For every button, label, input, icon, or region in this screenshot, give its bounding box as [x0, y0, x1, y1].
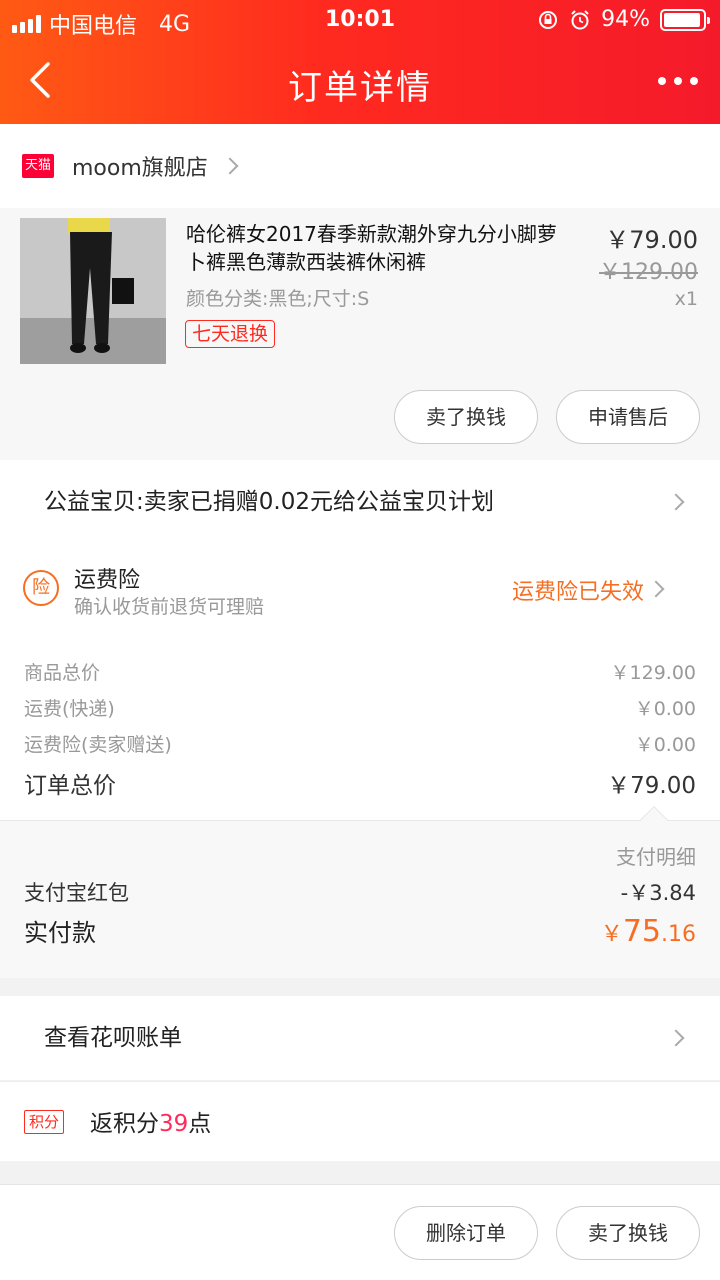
delete-order-button[interactable]: 删除订单 [394, 1206, 538, 1260]
product-title: 哈伦裤女2017春季新款潮外穿九分小脚萝卜裤黑色薄款西装裤休闲裤 [186, 222, 557, 274]
more-icon[interactable] [658, 66, 698, 96]
paid-row: 实付款 ￥75.16 [24, 913, 696, 949]
huabei-text: 查看花呗账单 [44, 1025, 182, 1051]
price-row-label: 运费险(卖家赠送) [24, 734, 172, 756]
bottom-action-bar: 删除订单 卖了换钱 [0, 1184, 720, 1280]
after-sales-button[interactable]: 申请售后 [556, 390, 700, 444]
resell-button[interactable]: 卖了换钱 [556, 1206, 700, 1260]
points-text: 返积分39点 [90, 1111, 212, 1137]
charity-row[interactable]: 公益宝贝:卖家已捐赠0.02元给公益宝贝计划 [0, 460, 720, 544]
product-quantity: x1 [674, 288, 698, 310]
return-policy-badge: 七天退换 [185, 320, 276, 348]
price-row: 运费(快递) ￥0.00 [24, 694, 696, 721]
points-badge: 积分 [24, 1110, 65, 1134]
price-row: 商品总价 ￥129.00 [24, 658, 696, 685]
chevron-right-icon [667, 1029, 685, 1047]
order-total-label: 订单总价 [24, 773, 116, 799]
order-total-row: 订单总价 ￥79.00 [24, 766, 696, 800]
paid-label: 实付款 [24, 919, 96, 947]
discount-label: 支付宝红包 [24, 881, 129, 905]
product-price: ￥79.00 [605, 226, 698, 254]
product-original-price: ￥129.00 [599, 260, 698, 285]
payment-detail-label: 支付明细 [616, 845, 696, 869]
insurance-status: 运费险已失效 [511, 580, 644, 605]
paid-amount: ￥75.16 [600, 914, 696, 949]
product-spec: 颜色分类:黑色;尺寸:S [186, 288, 370, 310]
price-row-value: ￥0.00 [634, 734, 696, 756]
chevron-right-icon [667, 493, 685, 511]
shipping-insurance-row[interactable]: 险 运费险 确认收货前退货可理赔 运费险已失效 [0, 544, 720, 634]
shop-row[interactable]: 天猫 moom旗舰店 [0, 124, 720, 208]
battery-percent: 94% [601, 7, 650, 32]
price-summary: 商品总价 ￥129.00 运费(快递) ￥0.00 运费险(卖家赠送) ￥0.0… [0, 634, 720, 820]
discount-row: 支付宝红包 -￥3.84 [24, 877, 696, 907]
price-row: 运费险(卖家赠送) ￥0.00 [24, 730, 696, 757]
order-total-value: ￥79.00 [607, 773, 696, 799]
charity-text: 公益宝贝:卖家已捐赠0.02元给公益宝贝计划 [44, 489, 494, 515]
resell-button[interactable]: 卖了换钱 [394, 390, 538, 444]
huabei-bill-row[interactable]: 查看花呗账单 [0, 996, 720, 1080]
price-row-value: ￥0.00 [634, 698, 696, 720]
alarm-icon [571, 9, 589, 29]
payment-details: 支付明细 支付宝红包 -￥3.84 实付款 ￥75.16 [0, 805, 720, 978]
tmall-logo-icon: 天猫 [22, 154, 54, 178]
chevron-right-icon [221, 157, 239, 175]
shop-name: moom旗舰店 [72, 156, 208, 181]
insurance-icon: 险 [23, 570, 59, 606]
price-row-label: 商品总价 [24, 662, 101, 684]
insurance-subtitle: 确认收货前退货可理赔 [74, 596, 265, 618]
product-image[interactable] [20, 218, 166, 364]
product-item[interactable]: 哈伦裤女2017春季新款潮外穿九分小脚萝卜裤黑色薄款西装裤休闲裤 颜色分类:黑色… [0, 208, 720, 460]
chevron-right-icon [647, 580, 665, 598]
rotation-lock-icon [539, 10, 558, 29]
app-header: 中国电信 4G 10:01 94% 订单详情 [0, 0, 720, 124]
points-row: 积分 返积分39点 [0, 1081, 720, 1161]
price-row-value: ￥129.00 [610, 662, 696, 684]
points-number: 39 [159, 1111, 189, 1137]
insurance-title: 运费险 [74, 568, 141, 593]
battery-icon [660, 8, 710, 31]
status-bar: 中国电信 4G 10:01 94% [0, 0, 720, 40]
page-title: 订单详情 [288, 68, 432, 108]
price-row-label: 运费(快递) [24, 698, 115, 720]
discount-value: -￥3.84 [620, 881, 696, 905]
